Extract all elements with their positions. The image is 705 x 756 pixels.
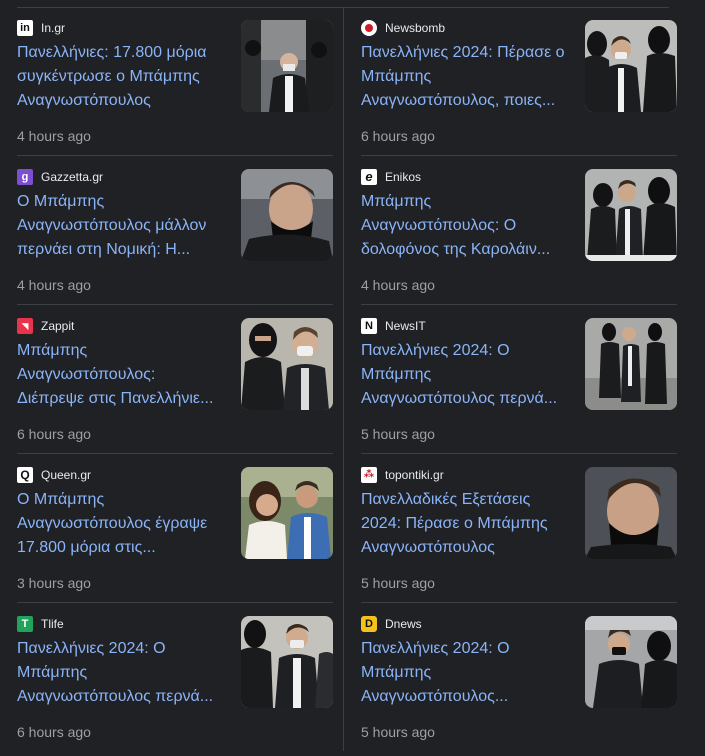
news-time: 6 hours ago (361, 128, 435, 144)
news-thumbnail[interactable] (585, 318, 677, 410)
news-time: 5 hours ago (361, 575, 435, 591)
news-thumbnail[interactable] (241, 616, 333, 708)
news-source: T Tlife (17, 616, 64, 632)
source-name: Enikos (385, 170, 422, 184)
news-time: 3 hours ago (17, 575, 91, 591)
source-name: NewsIT (385, 319, 426, 333)
news-thumbnail[interactable] (241, 467, 333, 559)
news-headline[interactable]: Ο Μπάμπης Αναγνωστόπουλος έγραψε 17.800 … (17, 488, 222, 560)
news-source: ◥ Zappit (17, 318, 74, 334)
source-name: Tlife (41, 617, 64, 631)
source-name: Zappit (41, 319, 75, 333)
news-card[interactable]: g Gazzetta.gr Ο Μπάμπης Αναγνωστόπουλος … (17, 156, 333, 305)
source-name: In.gr (41, 21, 66, 35)
topontiki-favicon-icon: ⁂ (361, 467, 377, 483)
news-source: Q Queen.gr (17, 467, 91, 483)
news-source: ⁂ topontiki.gr (361, 467, 444, 483)
zappit-favicon-icon: ◥ (17, 318, 33, 334)
news-time: 4 hours ago (17, 277, 91, 293)
news-source: Newsbomb (361, 20, 445, 36)
news-card[interactable]: T Tlife Πανελλήνιες 2024: Ο Μπάμπης Αναγ… (17, 603, 333, 751)
news-thumbnail[interactable] (585, 616, 677, 708)
news-headline[interactable]: Πανελλήνιες 2024: Ο Μπάμπης Αναγνωστόπου… (361, 339, 566, 411)
newsbomb-favicon-icon (361, 20, 377, 36)
source-name: Newsbomb (385, 21, 446, 35)
news-thumbnail[interactable] (241, 169, 333, 261)
news-source: in In.gr (17, 20, 65, 36)
news-thumbnail[interactable] (585, 467, 677, 559)
source-name: Gazzetta.gr (41, 170, 104, 184)
news-headline[interactable]: Μπάμπης Αναγνωστόπουλος: Διέπρεψε στις Π… (17, 339, 222, 411)
news-card[interactable]: e Enikos Μπάμπης Αναγνωστόπουλος: Ο δολο… (361, 156, 677, 305)
tlife-favicon-icon: T (17, 616, 33, 632)
news-headline[interactable]: Πανελλήνιες 2024: Πέρασε ο Μπάμπης Αναγν… (361, 41, 566, 113)
news-headline[interactable]: Μπάμπης Αναγνωστόπουλος: Ο δολοφόνος της… (361, 190, 566, 262)
news-time: 5 hours ago (361, 724, 435, 740)
news-time: 5 hours ago (361, 426, 435, 442)
news-headline[interactable]: Ο Μπάμπης Αναγνωστόπουλος μάλλον περνάει… (17, 190, 222, 262)
news-card[interactable]: N NewsIT Πανελλήνιες 2024: Ο Μπάμπης Ανα… (361, 305, 677, 454)
news-card[interactable]: ⁂ topontiki.gr Πανελλαδικές Εξετάσεις 20… (361, 454, 677, 603)
news-headline[interactable]: Πανελλήνιες 2024: Ο Μπάμπης Αναγνωστόπου… (361, 637, 566, 709)
news-time: 6 hours ago (17, 426, 91, 442)
news-thumbnail[interactable] (241, 20, 333, 112)
news-card[interactable]: Newsbomb Πανελλήνιες 2024: Πέρασε ο Μπάμ… (361, 7, 677, 156)
gazzetta-favicon-icon: g (17, 169, 33, 185)
source-name: Dnews (385, 617, 422, 631)
news-source: D Dnews (361, 616, 422, 632)
news-column-left: in In.gr Πανελλήνιες: 17.800 μόρια συγκέ… (0, 7, 336, 751)
news-grid: in In.gr Πανελλήνιες: 17.800 μόρια συγκέ… (0, 7, 705, 751)
news-card[interactable]: Q Queen.gr Ο Μπάμπης Αναγνωστόπουλος έγρ… (17, 454, 333, 603)
queen-favicon-icon: Q (17, 467, 33, 483)
news-thumbnail[interactable] (585, 169, 677, 261)
source-name: Queen.gr (41, 468, 92, 482)
news-source: N NewsIT (361, 318, 426, 334)
news-time: 4 hours ago (17, 128, 91, 144)
news-source: e Enikos (361, 169, 421, 185)
news-thumbnail[interactable] (241, 318, 333, 410)
source-name: topontiki.gr (385, 468, 444, 482)
news-source: g Gazzetta.gr (17, 169, 103, 185)
news-column-right: Newsbomb Πανελλήνιες 2024: Πέρασε ο Μπάμ… (343, 7, 677, 751)
news-card[interactable]: in In.gr Πανελλήνιες: 17.800 μόρια συγκέ… (17, 7, 333, 156)
news-headline[interactable]: Πανελλήνιες 2024: Ο Μπάμπης Αναγνωστόπου… (17, 637, 222, 709)
news-time: 6 hours ago (17, 724, 91, 740)
news-card[interactable]: D Dnews Πανελλήνιες 2024: Ο Μπάμπης Αναγ… (361, 603, 677, 751)
enikos-favicon-icon: e (361, 169, 377, 185)
news-headline[interactable]: Πανελλαδικές Εξετάσεις 2024: Πέρασε ο Μπ… (361, 488, 566, 560)
newsit-favicon-icon: N (361, 318, 377, 334)
news-thumbnail[interactable] (585, 20, 677, 112)
news-time: 4 hours ago (361, 277, 435, 293)
dnews-favicon-icon: D (361, 616, 377, 632)
news-headline[interactable]: Πανελλήνιες: 17.800 μόρια συγκέντρωσε ο … (17, 41, 222, 113)
news-card[interactable]: ◥ Zappit Μπάμπης Αναγνωστόπουλος: Διέπρε… (17, 305, 333, 454)
in-gr-favicon-icon: in (17, 20, 33, 36)
